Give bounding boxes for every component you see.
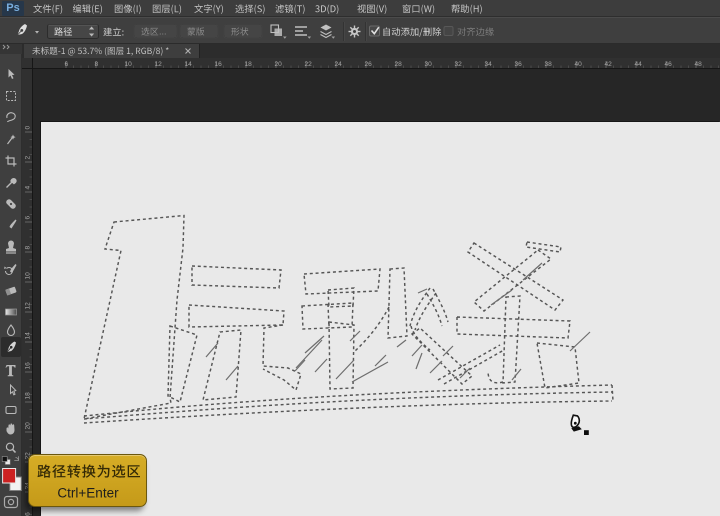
svg-text:16: 16 [25, 362, 32, 370]
svg-text:6: 6 [25, 216, 32, 220]
svg-text:10: 10 [125, 61, 133, 68]
svg-text:8: 8 [25, 246, 32, 250]
svg-text:0: 0 [25, 126, 32, 130]
svg-text:18: 18 [25, 392, 32, 400]
svg-text:26: 26 [365, 61, 373, 68]
svg-text:14: 14 [185, 61, 193, 68]
svg-text:42: 42 [605, 61, 613, 68]
svg-text:48: 48 [695, 61, 703, 68]
svg-text:24: 24 [335, 61, 343, 68]
svg-text:4: 4 [25, 186, 32, 190]
svg-text:8: 8 [95, 61, 99, 68]
svg-text:32: 32 [455, 61, 463, 68]
svg-text:26: 26 [25, 512, 32, 516]
svg-text:28: 28 [395, 61, 403, 68]
svg-text:40: 40 [575, 61, 583, 68]
svg-text:18: 18 [245, 61, 253, 68]
svg-text:2: 2 [25, 156, 32, 160]
svg-text:44: 44 [635, 61, 643, 68]
svg-text:12: 12 [25, 302, 32, 310]
svg-text:34: 34 [485, 61, 493, 68]
svg-text:30: 30 [425, 61, 433, 68]
svg-text:14: 14 [25, 332, 32, 340]
svg-text:16: 16 [215, 61, 223, 68]
svg-text:12: 12 [155, 61, 163, 68]
svg-text:10: 10 [25, 272, 32, 280]
svg-text:36: 36 [515, 61, 523, 68]
svg-text:22: 22 [305, 61, 313, 68]
svg-text:6: 6 [65, 61, 69, 68]
svg-text:20: 20 [25, 422, 32, 430]
svg-text:20: 20 [275, 61, 283, 68]
svg-text:38: 38 [545, 61, 553, 68]
svg-text:46: 46 [665, 61, 673, 68]
